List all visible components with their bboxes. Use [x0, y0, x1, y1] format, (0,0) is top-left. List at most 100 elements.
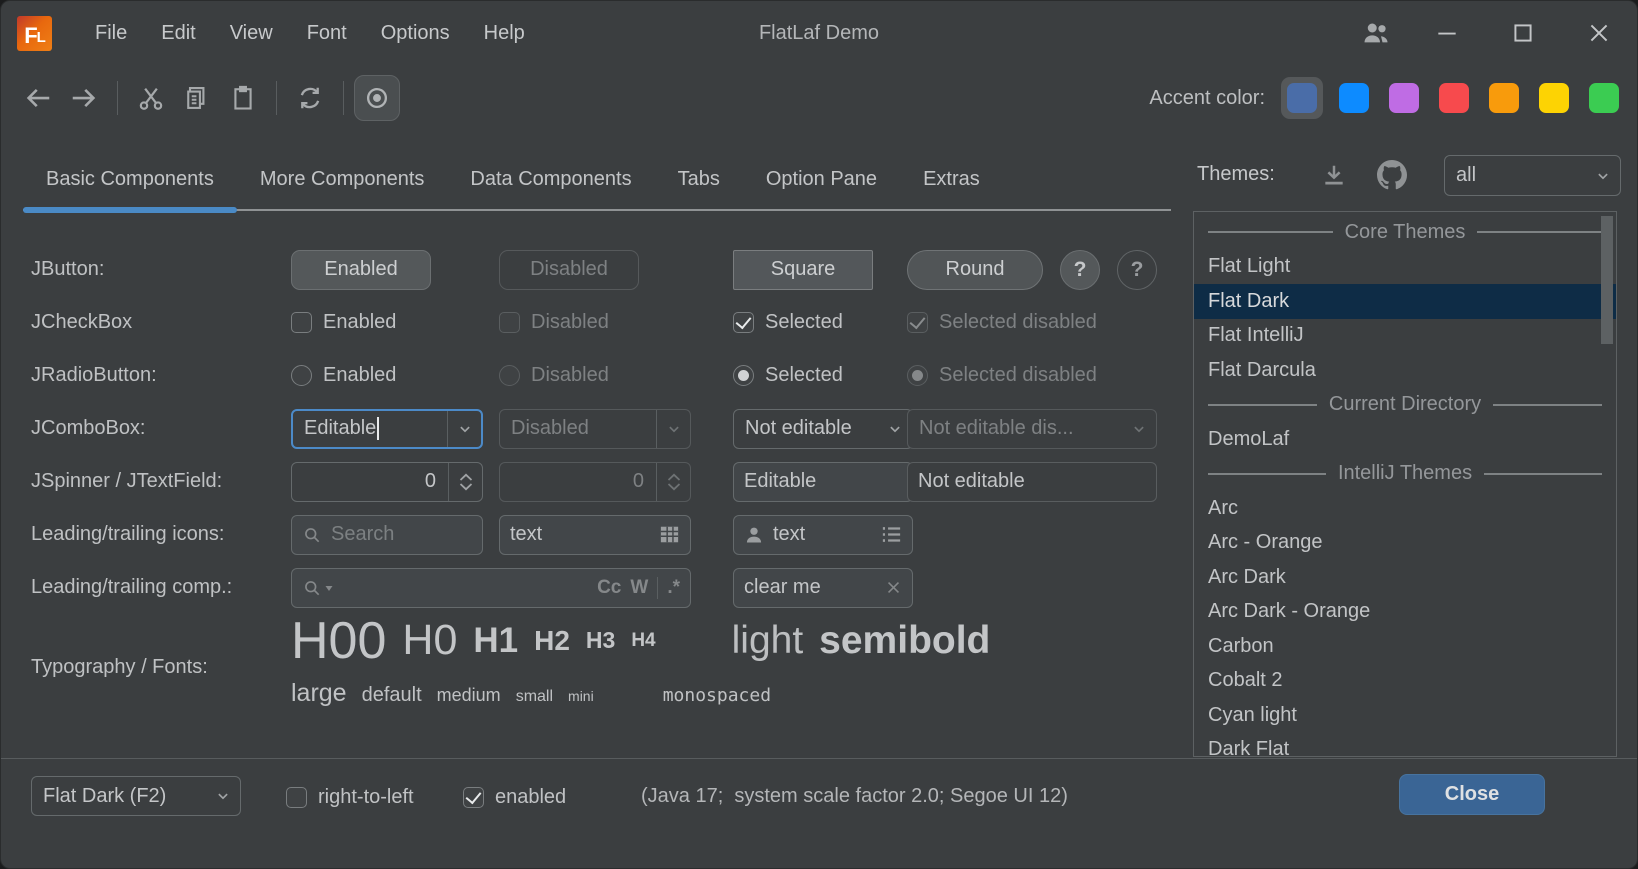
menu-options[interactable]: Options — [364, 1, 467, 65]
radio-selected[interactable]: Selected — [733, 364, 907, 387]
checkbox-enabled[interactable]: Enabled — [291, 311, 499, 334]
refresh-icon[interactable] — [287, 75, 333, 121]
tab-basic-components[interactable]: Basic Components — [23, 147, 237, 211]
themes-list[interactable]: Core Themes Flat Light Flat Dark Flat In… — [1193, 211, 1617, 757]
checkbox-checked-icon[interactable] — [733, 312, 754, 333]
cut-icon[interactable] — [128, 75, 174, 121]
search-input[interactable] — [343, 576, 588, 599]
accent-swatch-purple[interactable] — [1389, 83, 1419, 113]
list-icon[interactable] — [881, 525, 902, 544]
theme-list-item[interactable]: Arc Dark — [1194, 560, 1616, 595]
tab-option-pane[interactable]: Option Pane — [743, 147, 900, 211]
toolbar: Accent color: — [1, 65, 1637, 131]
github-icon[interactable] — [1373, 156, 1411, 194]
accent-swatch-default[interactable] — [1287, 83, 1317, 113]
table-icon[interactable] — [659, 525, 680, 544]
radio-enabled[interactable]: Enabled — [291, 364, 499, 387]
theme-group-separator: Current Directory — [1194, 388, 1616, 423]
search-menu-icon[interactable] — [302, 578, 334, 598]
right-to-left-checkbox[interactable]: right-to-left — [286, 786, 414, 809]
menu-file[interactable]: File — [78, 1, 144, 65]
textfield-editable[interactable] — [733, 462, 913, 502]
checkbox-checked-icon[interactable] — [463, 787, 484, 808]
search-input[interactable] — [331, 523, 472, 546]
tab-data-components[interactable]: Data Components — [447, 147, 654, 211]
theme-list-item[interactable]: Arc - Orange — [1194, 526, 1616, 561]
forward-icon[interactable] — [61, 75, 107, 121]
accent-swatch-yellow[interactable] — [1539, 83, 1569, 113]
theme-list-item[interactable]: Carbon — [1194, 629, 1616, 664]
whole-word-toggle[interactable]: W — [630, 577, 648, 599]
menu-view[interactable]: View — [213, 1, 290, 65]
checkbox-icon[interactable] — [286, 787, 307, 808]
clearable-text-input[interactable] — [744, 576, 876, 599]
minimize-button[interactable] — [1409, 1, 1485, 65]
maximize-button[interactable] — [1485, 1, 1561, 65]
text-input[interactable] — [510, 523, 650, 546]
theme-list-item[interactable]: Arc — [1194, 491, 1616, 526]
tab-more-components[interactable]: More Components — [237, 147, 448, 211]
spinner-enabled[interactable]: 0 — [291, 462, 483, 502]
accent-swatch-orange[interactable] — [1489, 83, 1519, 113]
theme-list-item[interactable]: Arc Dark - Orange — [1194, 595, 1616, 630]
theme-list-item[interactable]: Flat IntelliJ — [1194, 319, 1616, 354]
combobox-editable[interactable]: Editable — [291, 409, 483, 449]
status-text: (Java 17; system scale factor 2.0; Segoe… — [641, 785, 1068, 808]
search-field[interactable] — [291, 515, 483, 555]
paste-icon[interactable] — [220, 75, 266, 121]
close-window-button[interactable] — [1561, 1, 1637, 65]
accent-swatch-blue[interactable] — [1339, 83, 1369, 113]
scrollbar-thumb[interactable] — [1601, 216, 1613, 344]
chevron-down-icon[interactable] — [1586, 156, 1620, 195]
help-button-filled[interactable]: ? — [1060, 250, 1100, 290]
editable-text-input[interactable] — [744, 470, 902, 493]
enabled-button[interactable]: Enabled — [291, 250, 431, 290]
combobox-not-editable[interactable]: Not editable — [733, 409, 913, 449]
users-icon[interactable] — [1343, 1, 1409, 65]
tab-extras[interactable]: Extras — [900, 147, 1003, 211]
chevron-down-icon[interactable] — [447, 411, 481, 447]
help-button-outline[interactable]: ? — [1117, 250, 1157, 290]
theme-list-item[interactable]: DemoLaf — [1194, 422, 1616, 457]
spinner-arrows-icon[interactable] — [448, 463, 482, 501]
typography-semibold: semibold — [819, 619, 990, 663]
theme-list-item[interactable]: Flat Darcula — [1194, 353, 1616, 388]
show-hidden-toggle-eye-icon[interactable] — [354, 75, 400, 121]
spinner-disabled: 0 — [499, 462, 691, 502]
accent-swatch-red[interactable] — [1439, 83, 1469, 113]
square-button[interactable]: Square — [733, 250, 873, 290]
theme-list-item-selected[interactable]: Flat Dark — [1194, 284, 1616, 319]
match-case-toggle[interactable]: Cc — [597, 577, 621, 599]
radio-icon[interactable] — [291, 365, 312, 386]
theme-list-item[interactable]: Flat Light — [1194, 250, 1616, 285]
theme-list-item[interactable]: Dark Flat — [1194, 733, 1616, 758]
menu-help[interactable]: Help — [467, 1, 542, 65]
back-icon[interactable] — [15, 75, 61, 121]
theme-list-item[interactable]: Cobalt 2 — [1194, 664, 1616, 699]
tab-tabs[interactable]: Tabs — [655, 147, 743, 211]
text-field-table[interactable] — [499, 515, 691, 555]
menu-font[interactable]: Font — [290, 1, 364, 65]
clear-x-icon[interactable] — [885, 579, 902, 596]
download-icon[interactable] — [1315, 156, 1353, 194]
regex-toggle[interactable]: .* — [667, 577, 680, 599]
enabled-checkbox[interactable]: enabled — [463, 786, 566, 809]
toolbar-separator — [343, 81, 344, 115]
close-button[interactable]: Close — [1399, 774, 1545, 815]
checkbox-icon[interactable] — [291, 312, 312, 333]
round-button[interactable]: Round — [907, 250, 1043, 290]
accent-swatch-green[interactable] — [1589, 83, 1619, 113]
text-input[interactable] — [773, 523, 872, 546]
theme-list-item[interactable]: Cyan light — [1194, 698, 1616, 733]
themes-filter-combobox[interactable]: all — [1444, 155, 1621, 196]
checkbox-selected[interactable]: Selected — [733, 311, 907, 334]
look-and-feel-combobox[interactable]: Flat Dark (F2) — [31, 776, 241, 816]
radio-selected-icon[interactable] — [733, 365, 754, 386]
copy-icon[interactable] — [174, 75, 220, 121]
accent-swatch-selected[interactable] — [1281, 77, 1323, 119]
menu-edit[interactable]: Edit — [144, 1, 212, 65]
text-field-user-list[interactable] — [733, 515, 913, 555]
combobox-disabled: Disabled — [499, 409, 691, 449]
search-icon — [302, 525, 322, 545]
chevron-down-icon[interactable] — [206, 777, 240, 815]
